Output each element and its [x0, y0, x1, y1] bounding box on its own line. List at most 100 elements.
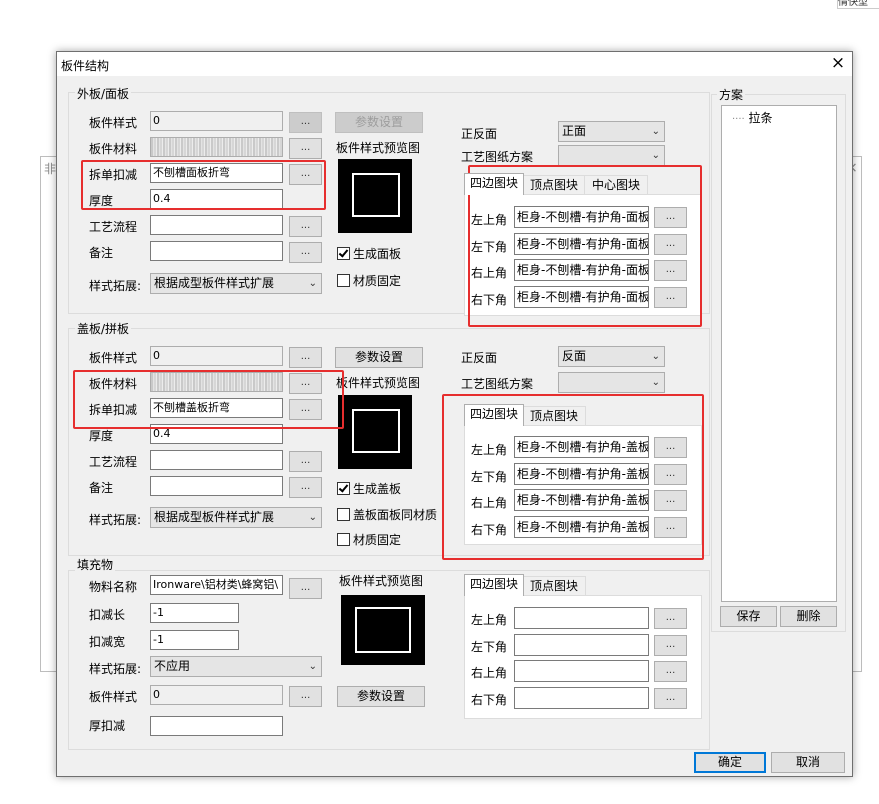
- cover-material-fixed-label: 材质固定: [353, 533, 402, 547]
- checkbox-unchecked-icon: [337, 274, 350, 287]
- scheme-item-label: 拉条: [748, 111, 773, 125]
- dialog-title: 板件结构: [61, 59, 110, 73]
- outer-note-label: 备注: [89, 246, 114, 260]
- outer-style-field[interactable]: 0: [150, 111, 283, 131]
- chevron-down-icon: ⌄: [651, 377, 660, 388]
- outer-style-browse-button[interactable]: ...: [289, 112, 322, 133]
- scheme-save-button[interactable]: 保存: [720, 606, 777, 627]
- filler-tab-edge[interactable]: 四边图块: [464, 574, 524, 596]
- outer-material-label: 板件材料: [89, 142, 138, 156]
- filler-style-ext-value: 不应用: [154, 659, 191, 673]
- filler-material-browse-button[interactable]: ...: [289, 578, 322, 599]
- filler-style-field[interactable]: 0: [150, 685, 283, 705]
- filler-top-left-field[interactable]: [514, 607, 649, 629]
- outer-style-ext-select[interactable]: 根据成型板件样式扩展 ⌄: [150, 273, 322, 294]
- filler-bottom-left-label: 左下角: [471, 640, 508, 654]
- cover-note-field[interactable]: [150, 476, 283, 496]
- filler-bottom-left-field[interactable]: [514, 634, 649, 656]
- cover-style-ext-select[interactable]: 根据成型板件样式扩展 ⌄: [150, 507, 322, 528]
- outer-drawing-scheme-select[interactable]: ⌄: [558, 145, 665, 166]
- filler-top-left-browse-button[interactable]: ...: [654, 608, 687, 629]
- cover-panel-group-label: 盖板/拼板: [75, 320, 132, 337]
- filler-thickness-deduct-label: 厚扣减: [89, 719, 126, 733]
- outer-panel-group-label: 外板/面板: [75, 85, 132, 102]
- outer-generate-checkbox[interactable]: 生成面板: [337, 245, 401, 262]
- cover-process-field[interactable]: [150, 450, 283, 470]
- outer-note-browse-button[interactable]: ...: [289, 242, 322, 263]
- filler-style-ext-select[interactable]: 不应用 ⌄: [150, 656, 322, 677]
- cover-note-label: 备注: [89, 481, 114, 495]
- filler-preview-image: [341, 595, 425, 665]
- outer-process-field[interactable]: [150, 215, 283, 235]
- scheme-delete-button[interactable]: 删除: [780, 606, 837, 627]
- outer-material-fixed-checkbox[interactable]: 材质固定: [337, 272, 401, 289]
- close-icon[interactable]: ×: [829, 53, 847, 73]
- cover-front-back-select[interactable]: 反面 ⌄: [558, 346, 665, 367]
- chevron-down-icon: ⌄: [651, 126, 660, 137]
- checkbox-unchecked-icon: [337, 533, 350, 546]
- scheme-list[interactable]: ···· 拉条: [721, 105, 837, 602]
- chevron-down-icon: ⌄: [651, 351, 660, 362]
- filler-thickness-deduct-field[interactable]: [150, 716, 283, 736]
- chevron-down-icon: ⌄: [308, 278, 317, 289]
- filler-style-browse-button[interactable]: ...: [289, 686, 322, 707]
- cancel-button[interactable]: 取消: [771, 752, 845, 773]
- cover-same-material-checkbox[interactable]: 盖板面板同材质: [337, 506, 437, 523]
- filler-param-settings-button[interactable]: 参数设置: [337, 686, 425, 707]
- filler-material-name-label: 物料名称: [89, 580, 138, 594]
- cover-generate-checkbox[interactable]: 生成盖板: [337, 480, 401, 497]
- outer-tab-edge[interactable]: 四边图块: [464, 173, 524, 195]
- outer-param-settings-button[interactable]: 参数设置: [335, 112, 423, 133]
- filler-bottom-right-browse-button[interactable]: ...: [654, 688, 687, 709]
- outer-generate-label: 生成面板: [353, 247, 402, 261]
- ok-button[interactable]: 确定: [694, 752, 766, 773]
- outer-note-field[interactable]: [150, 241, 283, 261]
- cover-style-ext-value: 根据成型板件样式扩展: [154, 510, 275, 524]
- background-window-fragment: 情快型: [837, 0, 879, 9]
- checkbox-checked-icon: [337, 247, 350, 260]
- chevron-down-icon: ⌄: [651, 150, 660, 161]
- checkbox-unchecked-icon: [337, 508, 350, 521]
- filler-bottom-right-field[interactable]: [514, 687, 649, 709]
- outer-front-back-select[interactable]: 正面 ⌄: [558, 121, 665, 142]
- outer-drawing-scheme-label: 工艺图纸方案: [461, 150, 534, 164]
- outer-front-back-label: 正反面: [461, 127, 498, 141]
- cover-front-back-value: 反面: [562, 349, 587, 363]
- filler-bottom-right-label: 右下角: [471, 693, 508, 707]
- cover-style-field[interactable]: 0: [150, 346, 283, 366]
- filler-top-left-label: 左上角: [471, 613, 508, 627]
- filler-bottom-left-browse-button[interactable]: ...: [654, 635, 687, 656]
- outer-preview-label: 板件样式预览图: [336, 141, 421, 155]
- cover-material-fixed-checkbox[interactable]: 材质固定: [337, 531, 401, 548]
- outer-process-label: 工艺流程: [89, 220, 138, 234]
- filler-top-right-browse-button[interactable]: ...: [654, 661, 687, 682]
- cover-preview-image: [338, 395, 412, 469]
- cover-same-material-label: 盖板面板同材质: [353, 508, 438, 522]
- outer-process-browse-button[interactable]: ...: [289, 216, 322, 237]
- outer-material-fixed-label: 材质固定: [353, 274, 402, 288]
- filler-style-ext-label: 样式拓展:: [89, 662, 142, 676]
- chevron-down-icon: ⌄: [308, 512, 317, 523]
- title-bar: 板件结构 ×: [57, 52, 852, 76]
- outer-material-browse-button[interactable]: ...: [289, 138, 322, 159]
- filler-material-name-field[interactable]: Ironware\铝材类\蜂窝铝\: [150, 575, 283, 595]
- cover-drawing-scheme-label: 工艺图纸方案: [461, 377, 534, 391]
- cover-tab-edge[interactable]: 四边图块: [464, 404, 524, 426]
- filler-deduct-length-field[interactable]: -1: [150, 603, 239, 623]
- filler-tab-vertex[interactable]: 顶点图块: [522, 576, 586, 595]
- cover-drawing-scheme-select[interactable]: ⌄: [558, 372, 665, 393]
- filler-preview-label: 板件样式预览图: [339, 574, 424, 588]
- filler-style-label: 板件样式: [89, 690, 138, 704]
- cover-note-browse-button[interactable]: ...: [289, 477, 322, 498]
- filler-deduct-width-field[interactable]: -1: [150, 630, 239, 650]
- cover-style-ext-label: 样式拓展:: [89, 513, 142, 527]
- cover-param-settings-button[interactable]: 参数设置: [335, 347, 423, 368]
- cover-style-browse-button[interactable]: ...: [289, 347, 322, 368]
- outer-front-back-value: 正面: [562, 124, 587, 138]
- cover-preview-label: 板件样式预览图: [336, 376, 421, 390]
- outer-material-field[interactable]: [150, 137, 283, 157]
- filler-top-right-field[interactable]: [514, 660, 649, 682]
- outer-style-label: 板件样式: [89, 116, 138, 130]
- scheme-list-item[interactable]: ···· 拉条: [732, 109, 773, 126]
- cover-process-browse-button[interactable]: ...: [289, 451, 322, 472]
